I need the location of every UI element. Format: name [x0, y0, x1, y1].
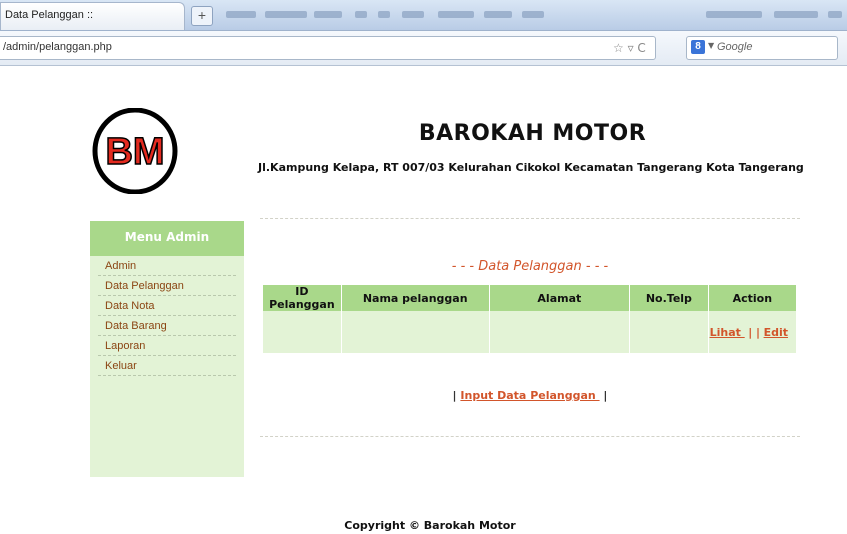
- content-divider: [260, 218, 800, 219]
- sidebar-item-admin[interactable]: Admin: [98, 256, 236, 276]
- sidebar-item-laporan[interactable]: Laporan: [98, 336, 236, 356]
- search-engine-dropdown-icon[interactable]: ▼: [708, 41, 714, 50]
- blurred-toolbar-icon: [355, 11, 367, 18]
- blurred-toolbar-icon: [484, 11, 512, 18]
- reload-icon[interactable]: C: [637, 41, 645, 55]
- edit-link[interactable]: Edit: [764, 326, 788, 339]
- sidebar-item-keluar[interactable]: Keluar: [98, 356, 236, 376]
- view-link[interactable]: Lihat: [710, 326, 745, 339]
- input-link-prefix: |: [452, 389, 457, 402]
- browser-tab[interactable]: Data Pelanggan ::: [0, 2, 185, 30]
- address-text: /admin/pelanggan.php: [3, 41, 112, 53]
- sidebar-item-data-nota[interactable]: Data Nota: [98, 296, 236, 316]
- sidebar-item-data-barang[interactable]: Data Barang: [98, 316, 236, 336]
- browser-navigation-bar: /admin/pelanggan.php ☆ ▿ C 8 ▼ Google: [0, 31, 847, 66]
- column-header-action: Action: [708, 285, 796, 311]
- action-separator: | |: [748, 325, 761, 339]
- cell-alamat: [489, 311, 631, 353]
- browser-tab-bar: Data Pelanggan :: +: [0, 0, 847, 31]
- logo-text: BM: [105, 131, 164, 173]
- new-tab-button[interactable]: +: [191, 6, 213, 26]
- section-title: - - - Data Pelanggan - - -: [451, 259, 609, 274]
- cell-actions: Lihat | | Edit: [708, 311, 796, 353]
- search-engine-icon[interactable]: 8: [691, 40, 705, 54]
- table-row: Lihat | | Edit: [263, 311, 796, 353]
- input-link-suffix: |: [603, 389, 608, 402]
- blurred-toolbar-icon: [438, 11, 474, 18]
- search-placeholder: Google: [717, 41, 753, 53]
- barokah-motor-logo: BM: [92, 108, 178, 194]
- blurred-toolbar-icon: [378, 11, 390, 18]
- blurred-toolbar-icon: [402, 11, 424, 18]
- blurred-toolbar-icon: [522, 11, 544, 18]
- footer-copyright: Copyright © Barokah Motor: [344, 519, 516, 532]
- site-address: Jl.Kampung Kelapa, RT 007/03 Kelurahan C…: [258, 161, 804, 174]
- bookmark-star-icon[interactable]: ☆ ▿ C: [613, 41, 646, 55]
- site-title: BAROKAH MOTOR: [418, 121, 647, 146]
- admin-sidebar: Menu Admin Admin Data Pelanggan Data Not…: [90, 221, 244, 477]
- blurred-toolbar-icon: [828, 11, 842, 18]
- column-header-id: ID Pelanggan: [263, 285, 342, 311]
- cell-telp: [629, 311, 709, 353]
- menu-header: Menu Admin: [90, 221, 244, 256]
- blurred-workspace-label: [774, 11, 818, 18]
- blurred-menu-item: [265, 11, 307, 18]
- address-bar[interactable]: /admin/pelanggan.php ☆ ▿ C: [0, 36, 656, 60]
- column-header-telp: No.Telp: [629, 285, 709, 311]
- tab-title: Data Pelanggan ::: [5, 9, 94, 21]
- blurred-menu-item: [314, 11, 342, 18]
- cell-id: [263, 311, 342, 353]
- blurred-menu-item: [226, 11, 256, 18]
- input-data-pelanggan-link[interactable]: Input Data Pelanggan: [460, 389, 599, 402]
- search-bar[interactable]: 8 ▼ Google: [686, 36, 838, 60]
- column-header-nama: Nama pelanggan: [341, 285, 490, 311]
- content-divider: [260, 436, 800, 437]
- customer-table: ID Pelanggan Nama pelanggan Alamat No.Te…: [263, 285, 796, 353]
- sidebar-item-data-pelanggan[interactable]: Data Pelanggan: [98, 276, 236, 296]
- column-header-alamat: Alamat: [489, 285, 631, 311]
- table-header-row: ID Pelanggan Nama pelanggan Alamat No.Te…: [263, 285, 796, 311]
- input-link-row: | Input Data Pelanggan |: [440, 389, 620, 402]
- cell-nama: [341, 311, 490, 353]
- blurred-workspace-label: [706, 11, 762, 18]
